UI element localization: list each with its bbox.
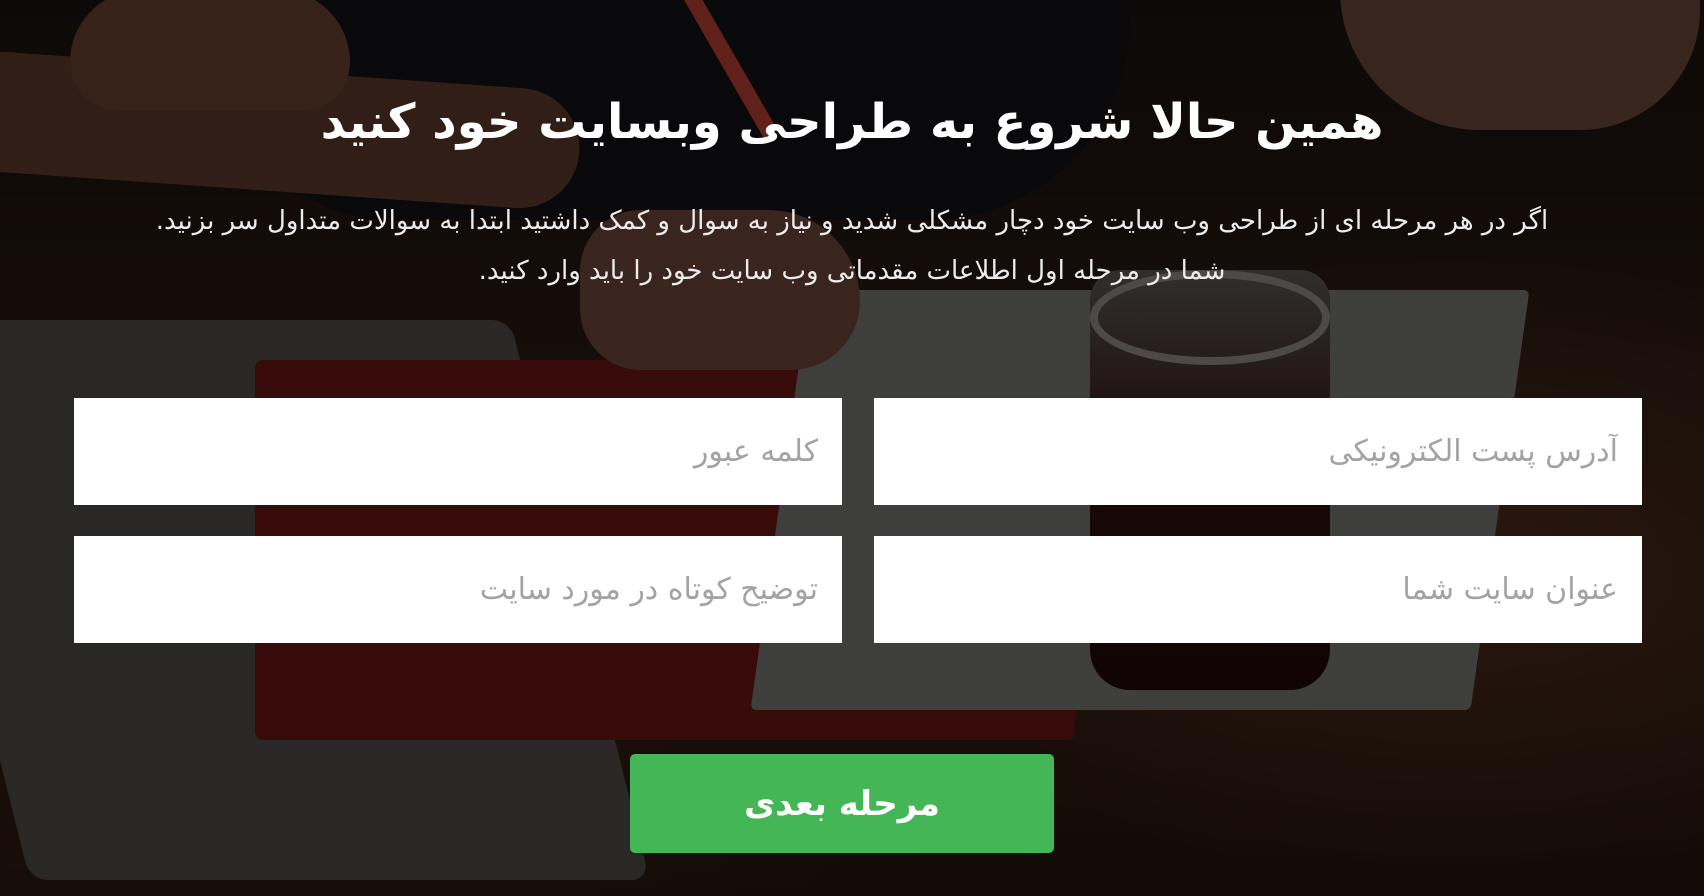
site-title-field[interactable] (874, 536, 1642, 643)
hero-section: همین حالا شروع به طراحی وبسایت خود کنید … (0, 0, 1704, 896)
page-description: اگر در هر مرحله ای از طراحی وب سایت خود … (52, 196, 1652, 296)
description-line-1: اگر در هر مرحله ای از طراحی وب سایت خود … (155, 206, 1549, 236)
next-step-button[interactable]: مرحله بعدی (630, 754, 1054, 853)
hero-content: همین حالا شروع به طراحی وبسایت خود کنید … (0, 0, 1704, 896)
description-line-2: شما در مرحله اول اطلاعات مقدماتی وب سایت… (478, 256, 1226, 286)
email-field[interactable] (874, 398, 1642, 505)
site-description-field[interactable] (74, 536, 842, 643)
password-field[interactable] (74, 398, 842, 505)
page-title: همین حالا شروع به طراحی وبسایت خود کنید (320, 94, 1384, 150)
